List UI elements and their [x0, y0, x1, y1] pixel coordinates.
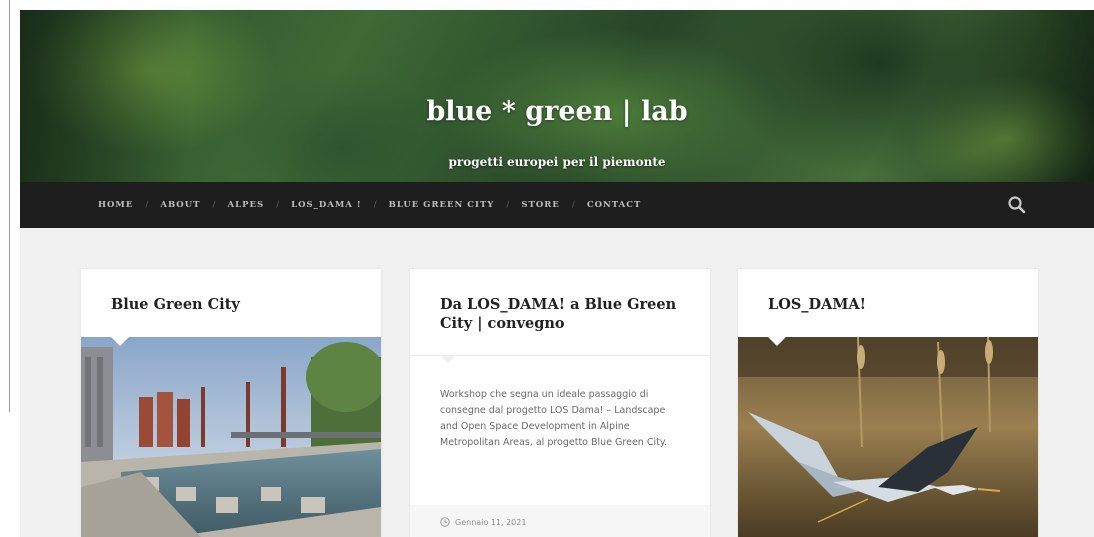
main-navigation: HOME / ABOUT / ALPES / LOS_DAMA ! / BLUE… [20, 182, 1094, 228]
site-tagline: progetti europei per il piemonte [448, 155, 666, 169]
divider-notch [440, 355, 456, 363]
nav-item-contact[interactable]: CONTACT [587, 200, 642, 210]
nav-item-store[interactable]: STORE [521, 200, 559, 210]
post-excerpt: Workshop che segna un ideale passaggio d… [440, 389, 668, 448]
nav-separator: / [212, 200, 216, 210]
post-meta: Gennaio 11, 2021 [410, 505, 710, 537]
nav-item-los-dama[interactable]: LOS_DAMA ! [291, 200, 361, 210]
left-edge-rule [9, 0, 10, 412]
nav-item-alpes[interactable]: ALPES [228, 200, 265, 210]
nav-separator: / [373, 200, 377, 210]
posts-grid: Blue Green City Da LOS_DAMA! a Blue Gree… [20, 228, 1094, 537]
search-icon[interactable] [1007, 195, 1027, 215]
nav-item-blue-green-city[interactable]: BLUE GREEN CITY [389, 200, 495, 210]
post-featured-image[interactable] [738, 337, 1038, 537]
nav-separator: / [506, 200, 510, 210]
post-title[interactable]: Da LOS_DAMA! a Blue Green City | convegn… [440, 295, 682, 333]
post-title[interactable]: LOS_DAMA! [768, 295, 1010, 314]
site-header-banner: blue * green | lab progetti europei per … [20, 10, 1094, 182]
nav-menu: HOME / ABOUT / ALPES / LOS_DAMA ! / BLUE… [98, 182, 641, 228]
nav-item-home[interactable]: HOME [98, 200, 133, 210]
image-notch [768, 337, 786, 346]
post-date-text: Gennaio 11, 2021 [455, 517, 527, 527]
post-title[interactable]: Blue Green City [111, 295, 353, 314]
image-notch [111, 337, 129, 346]
post-featured-image[interactable] [81, 337, 381, 537]
nav-separator: / [276, 200, 280, 210]
nav-item-about[interactable]: ABOUT [160, 200, 200, 210]
nav-separator: / [571, 200, 575, 210]
post-date[interactable]: Gennaio 11, 2021 [440, 517, 526, 527]
post-card[interactable]: LOS_DAMA! [738, 269, 1038, 537]
clock-icon [440, 517, 450, 527]
post-card[interactable]: Da LOS_DAMA! a Blue Green City | convegn… [410, 269, 710, 537]
post-card[interactable]: Blue Green City [81, 269, 381, 537]
site-title[interactable]: blue * green | lab [20, 96, 1094, 127]
nav-separator: / [145, 200, 149, 210]
